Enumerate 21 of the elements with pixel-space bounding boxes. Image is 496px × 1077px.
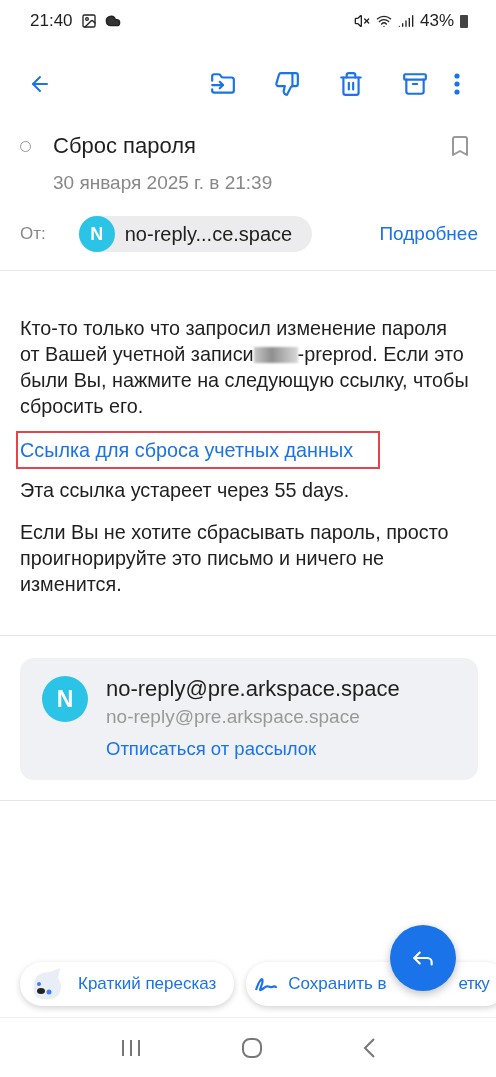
clock-time: 21:40 — [30, 11, 73, 31]
email-date: 30 января 2025 г. в 21:39 — [52, 171, 274, 195]
battery-level: 43% — [419, 11, 454, 31]
body-text: Кто-то только что запросил изменение пароля — [20, 316, 448, 341]
sender-name: no-reply...ce.space — [124, 222, 293, 246]
body-text: от Вашей учетной записи — [20, 343, 254, 365]
body-text: были Вы, нажмите на следующую ссылку, чтобы сбросить его. — [20, 368, 470, 419]
unsubscribe-link[interactable]: Отписаться от рассылок — [106, 738, 400, 760]
email-subject: Сброс пароля — [53, 133, 197, 159]
body-text: Если Вы не хотите сбрасывать пароль, просто проигнорируйте это письмо и ничего не изменится. — [20, 520, 450, 597]
sender-name: no-reply@pre.arkspace.space — [106, 676, 400, 702]
sender-avatar: N — [42, 676, 88, 722]
sender-chip[interactable]: N no-reply...ce.space — [78, 216, 313, 252]
body-text: -preprod. Если это — [297, 343, 464, 365]
sender-email: no-reply@pre.arkspace.space — [106, 706, 361, 728]
summary-button[interactable]: Краткий пересказ — [20, 962, 235, 1006]
reset-link[interactable]: Ссылка для сброса учетных данных — [20, 439, 354, 461]
expiry-text: Эта ссылка устареет через 55 days. — [20, 478, 351, 503]
sender-avatar: N — [78, 216, 115, 252]
from-label: От: — [20, 224, 46, 244]
details-link[interactable]: Подробнее — [379, 223, 478, 245]
